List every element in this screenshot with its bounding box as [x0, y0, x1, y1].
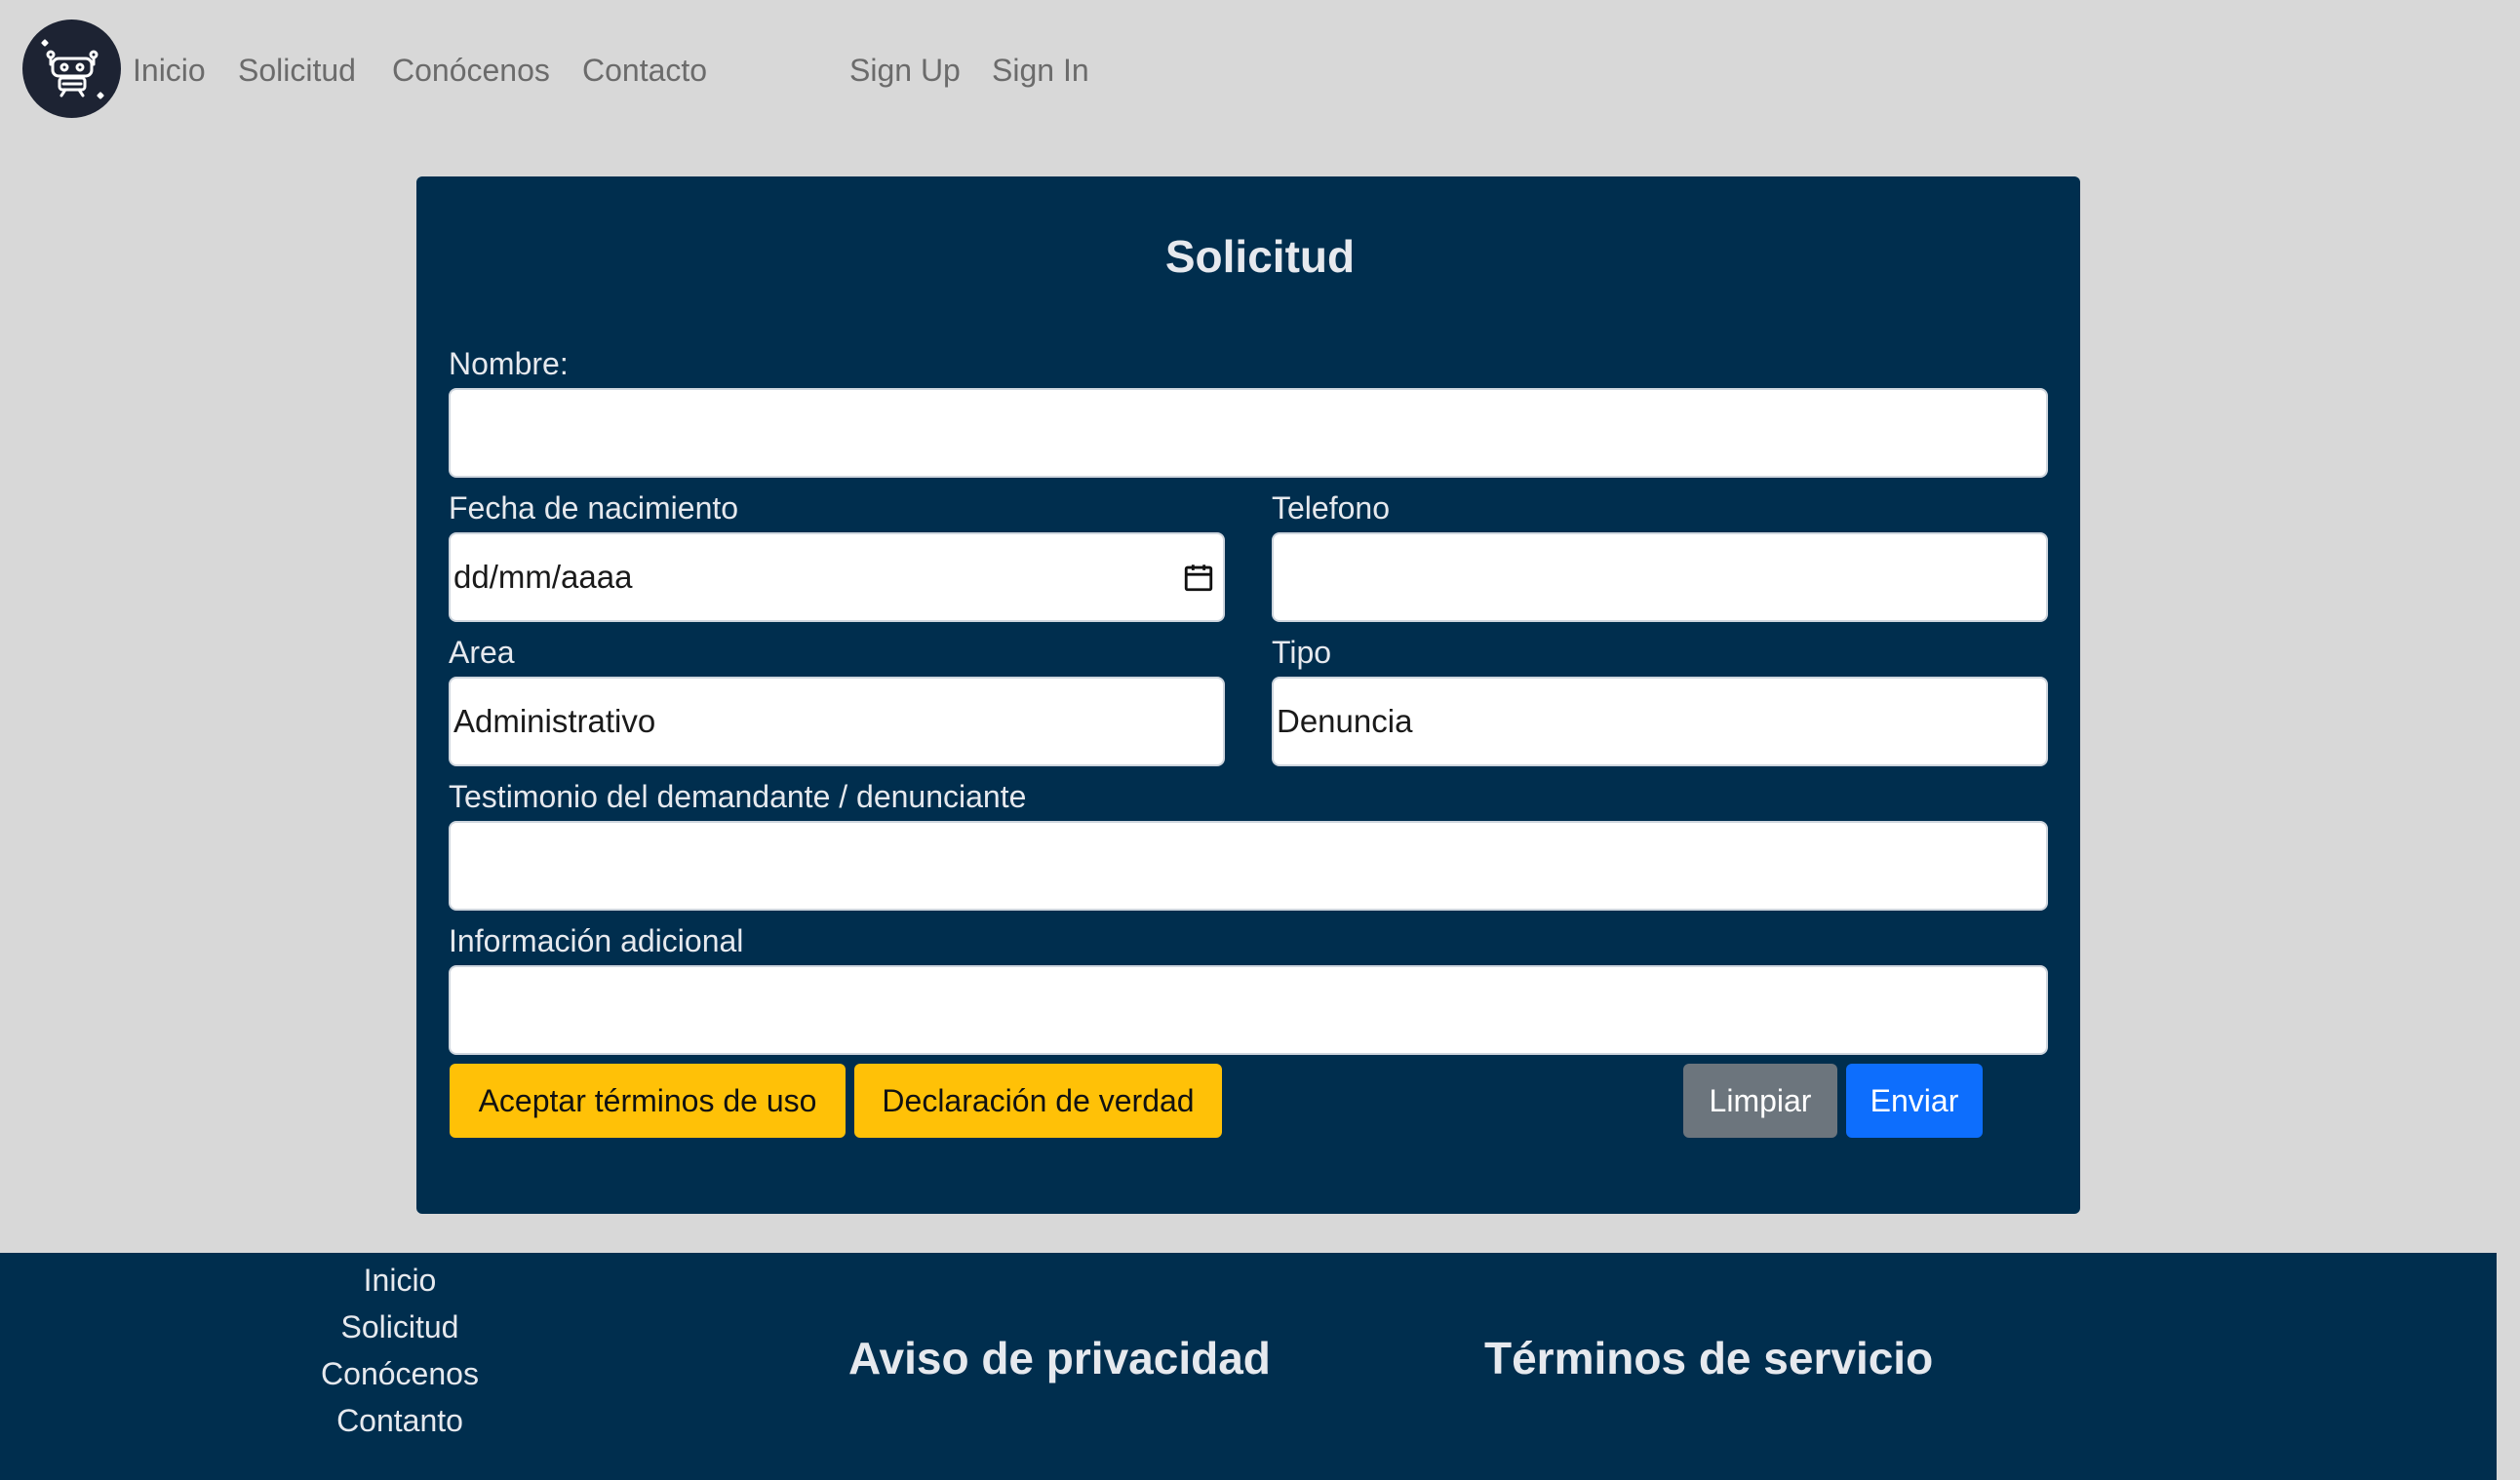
privacy-notice-heading[interactable]: Aviso de privacidad [848, 1332, 1271, 1384]
nav-sign-in[interactable]: Sign In [992, 49, 1089, 92]
testimonio-input[interactable] [449, 821, 2048, 911]
form-title: Solicitud [1164, 231, 1356, 282]
tipo-label: Tipo [1272, 635, 1332, 670]
accept-terms-button[interactable]: Aceptar términos de uso [450, 1064, 846, 1138]
fecha-input[interactable]: dd/mm/aaaa [449, 532, 1225, 622]
telefono-input[interactable] [1272, 532, 2048, 622]
nav-sign-up[interactable]: Sign Up [849, 49, 961, 92]
fecha-placeholder: dd/mm/aaaa [453, 559, 633, 595]
calendar-icon[interactable] [1182, 561, 1215, 594]
declaration-button[interactable]: Declaración de verdad [854, 1064, 1222, 1138]
area-select[interactable]: Administrativo [449, 677, 1225, 766]
fecha-label: Fecha de nacimiento [449, 490, 739, 526]
robot-logo-icon[interactable] [22, 19, 121, 118]
area-selected-value: Administrativo [453, 703, 656, 739]
info-input[interactable] [449, 965, 2048, 1055]
footer-link-conocenos[interactable]: Conócenos [254, 1354, 546, 1393]
area-label: Area [449, 635, 515, 670]
terms-of-service-heading[interactable]: Términos de servicio [1484, 1332, 1933, 1384]
clear-button[interactable]: Limpiar [1683, 1064, 1837, 1138]
nav-solicitud[interactable]: Solicitud [238, 49, 356, 92]
testimonio-label: Testimonio del demandante / denunciante [449, 779, 1027, 814]
nav-inicio[interactable]: Inicio [133, 49, 206, 92]
top-navbar: Inicio Solicitud Conócenos Contacto Sign… [0, 0, 2520, 141]
nombre-input[interactable] [449, 388, 2048, 478]
footer-link-solicitud[interactable]: Solicitud [254, 1307, 546, 1346]
tipo-select[interactable]: Denuncia [1272, 677, 2048, 766]
nombre-label: Nombre: [449, 346, 569, 381]
submit-button[interactable]: Enviar [1846, 1064, 1983, 1138]
nav-conocenos[interactable]: Conócenos [392, 49, 550, 92]
footer-link-contanto[interactable]: Contanto [254, 1401, 546, 1440]
telefono-label: Telefono [1272, 490, 1390, 526]
tipo-selected-value: Denuncia [1277, 703, 1413, 739]
nav-contacto[interactable]: Contacto [582, 49, 707, 92]
footer-link-inicio[interactable]: Inicio [254, 1261, 546, 1300]
info-label: Información adicional [449, 923, 744, 958]
